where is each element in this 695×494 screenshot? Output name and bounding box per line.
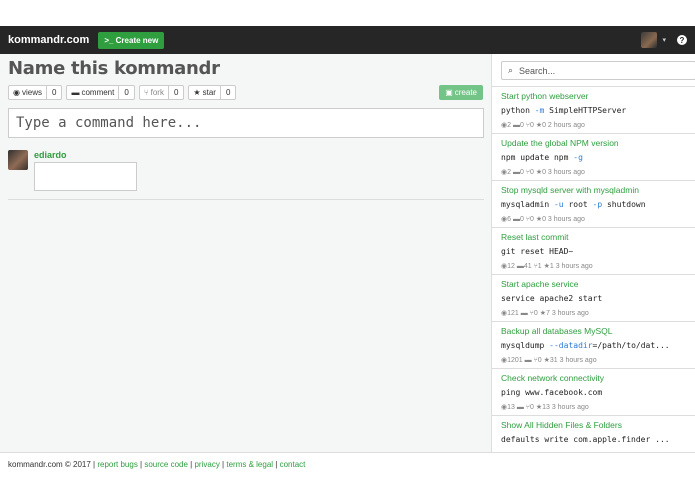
- item-title[interactable]: Check network connectivity: [501, 373, 686, 383]
- help-icon[interactable]: ?: [677, 35, 687, 45]
- star-count: 0: [225, 88, 231, 97]
- kommandr-list: Start python webserver python -m SimpleH…: [492, 86, 695, 452]
- views-count: 0: [52, 88, 57, 97]
- footer: kommandr.com © 2017 | report bugs | sour…: [0, 452, 695, 494]
- list-item[interactable]: Reset last commit git reset HEAD~ ◉12 ▬4…: [492, 228, 695, 275]
- create-label: create: [454, 88, 477, 97]
- user-avatar[interactable]: [641, 32, 658, 48]
- chevron-down-icon[interactable]: ▾: [662, 36, 666, 44]
- fork-count: 0: [173, 88, 179, 97]
- main-panel: Name this kommandr ◉ views 0 ▬ comment 0 ⑂…: [0, 54, 491, 452]
- item-command: defaults write com.apple.finder ...: [501, 435, 670, 444]
- list-item[interactable]: Show All Hidden Files & Folders defaults…: [492, 416, 695, 452]
- item-title[interactable]: Stop mysqld server with mysqladmin: [501, 185, 686, 195]
- item-meta: ◉1201 ▬ ⑂0 ★31 3 hours ago: [501, 357, 597, 364]
- list-item[interactable]: Backup all databases MySQL mysqldump --d…: [492, 322, 695, 369]
- top-spacer: [0, 0, 695, 26]
- comment-icon: ▬: [71, 88, 80, 97]
- item-title[interactable]: Reset last commit: [501, 232, 686, 242]
- item-meta: ◉6 ▬0 ⑂0 ★0 3 hours ago: [501, 216, 585, 223]
- privacy-link[interactable]: privacy: [194, 460, 219, 469]
- fork-label: fork: [150, 88, 164, 97]
- fork-icon: ⑂: [143, 88, 149, 97]
- eye-icon: ◉: [13, 88, 20, 97]
- item-command: python -m SimpleHTTPServer: [501, 106, 627, 115]
- navbar: kommandr.com >_ Create new ▾ ?: [0, 26, 695, 54]
- item-meta: ◉12 ▬41 ⑂1 ★1 3 hours ago: [501, 263, 593, 270]
- comment-row: ediardo: [8, 150, 483, 191]
- item-command: mysqladmin -u root -p shutdown: [501, 200, 646, 209]
- search-icon: ⌕: [508, 65, 514, 75]
- list-item[interactable]: Check network connectivity ping www.face…: [492, 369, 695, 416]
- list-item[interactable]: Start apache service service apache2 sta…: [492, 275, 695, 322]
- list-item[interactable]: Start python webserver python -m SimpleH…: [492, 87, 695, 134]
- item-title[interactable]: Backup all databases MySQL: [501, 326, 686, 336]
- create-new-button[interactable]: >_ Create new: [98, 31, 165, 49]
- terms-link[interactable]: terms & legal: [226, 460, 273, 469]
- item-meta: ◉13 ▬ ⑂0 ★13 3 hours ago: [501, 404, 589, 411]
- save-icon: ▣: [445, 88, 453, 97]
- search-input[interactable]: ⌕ Search...: [501, 61, 695, 80]
- item-title[interactable]: Start apache service: [501, 279, 686, 289]
- list-item[interactable]: Update the global NPM version npm update…: [492, 134, 695, 181]
- item-title[interactable]: Start python webserver: [501, 91, 686, 101]
- contact-link[interactable]: contact: [280, 460, 306, 469]
- views-label: views: [21, 88, 42, 97]
- action-bar: ◉ views 0 ▬ comment 0 ⑂ fork 0 ★ star 0 ▣ cr…: [8, 85, 483, 100]
- fork-counter[interactable]: ⑂ fork 0: [138, 85, 185, 100]
- item-meta: ◉2 ▬0 ⑂0 ★0 3 hours ago: [501, 169, 585, 176]
- divider: [8, 199, 484, 200]
- views-counter[interactable]: ◉ views 0: [8, 85, 63, 100]
- command-input[interactable]: Type a command here...: [8, 108, 484, 138]
- item-title[interactable]: Update the global NPM version: [501, 138, 686, 148]
- comment-label: comment: [81, 88, 115, 97]
- star-counter[interactable]: ★ star 0: [188, 85, 237, 100]
- comment-textarea[interactable]: [34, 162, 137, 191]
- item-command: npm update npm -g: [501, 153, 583, 162]
- brand-logo[interactable]: kommandr.com: [8, 34, 89, 46]
- report-bugs-link[interactable]: report bugs: [97, 460, 137, 469]
- star-label: star: [202, 88, 216, 97]
- page-title[interactable]: Name this kommandr: [8, 58, 483, 79]
- nav-right: ▾ ?: [641, 32, 687, 48]
- create-button[interactable]: ▣ create: [439, 85, 483, 100]
- star-icon: ★: [193, 88, 201, 97]
- avatar[interactable]: [8, 150, 28, 170]
- item-meta: ◉121 ▬ ⑂0 ★7 3 hours ago: [501, 310, 589, 317]
- copyright: kommandr.com © 2017: [8, 460, 91, 469]
- sidebar: ⌕ Search... Start python webserver pytho…: [491, 54, 695, 452]
- source-code-link[interactable]: source code: [144, 460, 188, 469]
- comment-count: 0: [124, 88, 129, 97]
- list-item[interactable]: Stop mysqld server with mysqladmin mysql…: [492, 181, 695, 228]
- item-command: git reset HEAD~: [501, 247, 574, 256]
- username[interactable]: ediardo: [34, 150, 137, 160]
- item-command: mysqldump --datadir=/path/to/dat...: [501, 341, 670, 350]
- search-placeholder: Search...: [519, 65, 556, 76]
- comment-counter[interactable]: ▬ comment 0: [66, 85, 135, 100]
- item-title[interactable]: Show All Hidden Files & Folders: [501, 420, 686, 430]
- item-command: service apache2 start: [501, 294, 603, 303]
- item-meta: ◉2 ▬0 ⑂0 ★0 2 hours ago: [501, 122, 585, 129]
- item-command: ping www.facebook.com: [501, 388, 603, 397]
